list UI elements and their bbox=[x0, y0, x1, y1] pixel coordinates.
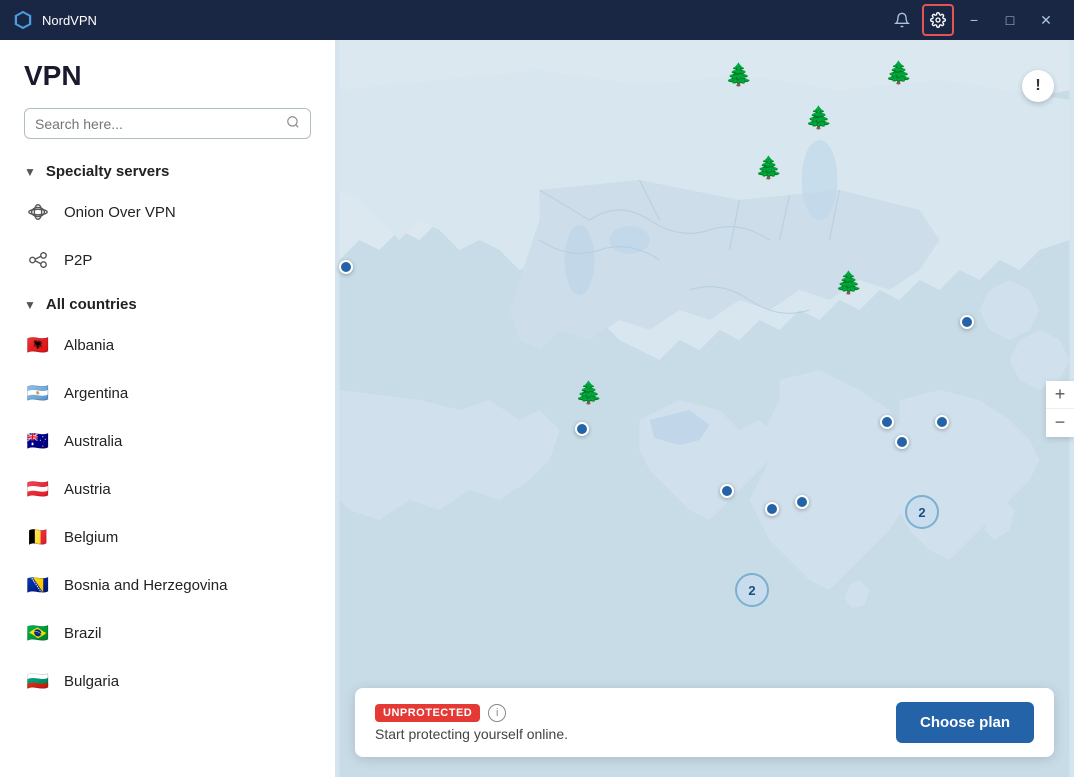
map-area[interactable]: 🌲 🌲 🌲 🌲 🌲 🌲 2 2 ! UNPROTECTED bbox=[335, 40, 1074, 777]
belgium-flag-icon: 🇧🇪 bbox=[24, 523, 52, 551]
list-item-onion[interactable]: Onion Over VPN bbox=[0, 188, 335, 236]
brazil-label: Brazil bbox=[64, 625, 102, 642]
list-item-albania[interactable]: 🇦🇱 Albania bbox=[0, 321, 335, 369]
titlebar-controls: − □ ✕ bbox=[886, 4, 1062, 36]
brazil-flag-icon: 🇧🇷 bbox=[24, 619, 52, 647]
zoom-in-button[interactable]: + bbox=[1046, 381, 1074, 409]
countries-chevron-icon: ▼ bbox=[24, 298, 36, 312]
map-pin-3[interactable] bbox=[720, 484, 734, 498]
list-item-brazil[interactable]: 🇧🇷 Brazil bbox=[0, 609, 335, 657]
tree-6-icon: 🌲 bbox=[575, 380, 602, 406]
map-pin-5[interactable] bbox=[795, 495, 809, 509]
map-pin-4[interactable] bbox=[765, 502, 779, 516]
map-pin-6[interactable] bbox=[880, 415, 894, 429]
titlebar: NordVPN − □ ✕ bbox=[0, 0, 1074, 40]
list-item-austria[interactable]: 🇦🇹 Austria bbox=[0, 465, 335, 513]
sidebar-list: ▼ Specialty servers Onion Over VPN bbox=[0, 151, 335, 777]
p2p-icon bbox=[24, 246, 52, 274]
albania-label: Albania bbox=[64, 337, 114, 354]
maximize-button[interactable]: □ bbox=[994, 4, 1026, 36]
status-text: Start protecting yourself online. bbox=[375, 726, 568, 742]
info-button[interactable]: ! bbox=[1022, 70, 1054, 102]
map-pin-9[interactable] bbox=[960, 315, 974, 329]
belgium-label: Belgium bbox=[64, 529, 118, 546]
map-pin-8[interactable] bbox=[935, 415, 949, 429]
list-item-australia[interactable]: 🇦🇺 Australia bbox=[0, 417, 335, 465]
tree-2-icon: 🌲 bbox=[885, 60, 912, 86]
argentina-flag-icon: 🇦🇷 bbox=[24, 379, 52, 407]
map-cluster-1[interactable]: 2 bbox=[905, 495, 939, 529]
all-countries-label: All countries bbox=[46, 296, 137, 313]
tree-1-icon: 🌲 bbox=[725, 62, 752, 88]
titlebar-left: NordVPN bbox=[12, 9, 97, 31]
map-pin-7[interactable] bbox=[895, 435, 909, 449]
tree-3-icon: 🌲 bbox=[805, 105, 832, 131]
main-layout: VPN ▼ Specialty servers bbox=[0, 40, 1074, 777]
bosnia-flag-icon: 🇧🇦 bbox=[24, 571, 52, 599]
list-item-p2p[interactable]: P2P bbox=[0, 236, 335, 284]
notification-button[interactable] bbox=[886, 4, 918, 36]
specialty-servers-section[interactable]: ▼ Specialty servers bbox=[0, 151, 335, 188]
austria-label: Austria bbox=[64, 481, 111, 498]
specialty-chevron-icon: ▼ bbox=[24, 165, 36, 179]
status-top: UNPROTECTED i bbox=[375, 704, 568, 722]
choose-plan-button[interactable]: Choose plan bbox=[896, 702, 1034, 743]
map-cluster-2[interactable]: 2 bbox=[735, 573, 769, 607]
status-left: UNPROTECTED i Start protecting yourself … bbox=[375, 704, 568, 742]
settings-button[interactable] bbox=[922, 4, 954, 36]
zoom-out-button[interactable]: − bbox=[1046, 409, 1074, 437]
map-pin-1[interactable] bbox=[339, 260, 353, 274]
close-button[interactable]: ✕ bbox=[1030, 4, 1062, 36]
map-svg bbox=[335, 40, 1074, 777]
tree-4-icon: 🌲 bbox=[755, 155, 782, 181]
australia-label: Australia bbox=[64, 433, 122, 450]
map-pin-2[interactable] bbox=[575, 422, 589, 436]
list-item-bosnia[interactable]: 🇧🇦 Bosnia and Herzegovina bbox=[0, 561, 335, 609]
app-title: NordVPN bbox=[42, 13, 97, 28]
unprotected-badge: UNPROTECTED bbox=[375, 704, 480, 722]
austria-flag-icon: 🇦🇹 bbox=[24, 475, 52, 503]
onion-icon bbox=[24, 198, 52, 226]
zoom-controls: + − bbox=[1046, 381, 1074, 437]
argentina-label: Argentina bbox=[64, 385, 128, 402]
search-input[interactable] bbox=[35, 116, 286, 132]
search-icon bbox=[286, 115, 300, 132]
nordvpn-logo-icon bbox=[12, 9, 34, 31]
albania-flag-icon: 🇦🇱 bbox=[24, 331, 52, 359]
p2p-label: P2P bbox=[64, 252, 92, 269]
specialty-servers-label: Specialty servers bbox=[46, 163, 169, 180]
australia-flag-icon: 🇦🇺 bbox=[24, 427, 52, 455]
sidebar-title: VPN bbox=[24, 60, 311, 92]
minimize-button[interactable]: − bbox=[958, 4, 990, 36]
bulgaria-flag-icon: 🇧🇬 bbox=[24, 667, 52, 695]
sidebar-header: VPN bbox=[0, 40, 335, 151]
status-info-icon[interactable]: i bbox=[488, 704, 506, 722]
list-item-belgium[interactable]: 🇧🇪 Belgium bbox=[0, 513, 335, 561]
bosnia-label: Bosnia and Herzegovina bbox=[64, 577, 227, 594]
onion-label: Onion Over VPN bbox=[64, 204, 176, 221]
bulgaria-label: Bulgaria bbox=[64, 673, 119, 690]
search-box[interactable] bbox=[24, 108, 311, 139]
list-item-argentina[interactable]: 🇦🇷 Argentina bbox=[0, 369, 335, 417]
status-bar: UNPROTECTED i Start protecting yourself … bbox=[355, 688, 1054, 757]
tree-5-icon: 🌲 bbox=[835, 270, 862, 296]
sidebar: VPN ▼ Specialty servers bbox=[0, 40, 335, 777]
all-countries-section[interactable]: ▼ All countries bbox=[0, 284, 335, 321]
list-item-bulgaria[interactable]: 🇧🇬 Bulgaria bbox=[0, 657, 335, 705]
